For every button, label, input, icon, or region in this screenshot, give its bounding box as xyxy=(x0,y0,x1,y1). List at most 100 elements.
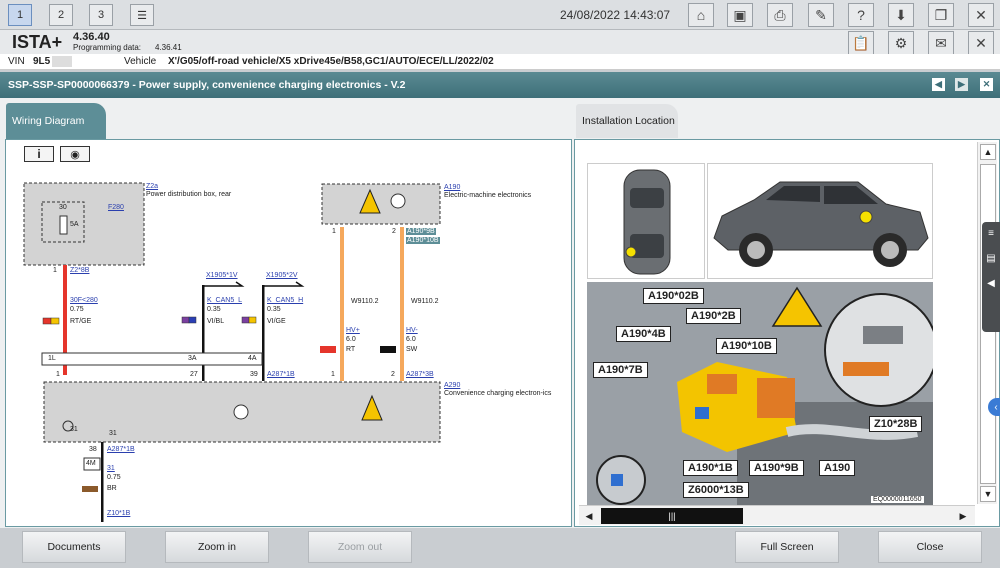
z2a-desc: Power distribution box, rear xyxy=(146,191,232,198)
a190-pin-2: 2 xyxy=(392,228,396,235)
a190-10b-label[interactable]: A190*10B xyxy=(406,237,440,244)
vehicle-info-bar: VIN 9L5 Vehicle X'/G05/off-road vehicle/… xyxy=(0,54,1000,70)
hotspot-a190-7b[interactable]: A190*7B xyxy=(593,362,648,378)
zoom-in-button[interactable]: Zoom in xyxy=(165,531,269,563)
pin-1b-label: 1 xyxy=(56,371,60,378)
zoom-out-button[interactable]: Zoom out xyxy=(308,531,412,563)
clipboard-icon[interactable]: 📋 xyxy=(848,31,874,55)
mail-icon[interactable]: ✉ xyxy=(928,31,954,55)
x1905-1v-label[interactable]: X1905*1V xyxy=(206,272,238,279)
note-icon[interactable]: ▤ xyxy=(982,253,1000,264)
a190-label[interactable]: A190 xyxy=(444,184,460,191)
conn-4a-label: 4A xyxy=(248,355,257,362)
installation-panel: A190*02B A190*2B A190*4B A190*10B A190*7… xyxy=(574,139,1000,527)
tab-installation-label: Installation Location xyxy=(582,115,675,127)
a287-1b-label[interactable]: A287*1B xyxy=(267,371,295,378)
kcan5l-label[interactable]: K_CAN5_L xyxy=(207,297,242,304)
kcan5h-color: VI/GE xyxy=(267,318,286,325)
home-icon[interactable]: ⌂ xyxy=(688,3,714,27)
pin-39-label: 39 xyxy=(250,371,258,378)
collapse-icon[interactable]: ◀ xyxy=(982,278,1000,289)
scroll-right-icon[interactable]: ▶ xyxy=(955,508,971,524)
tab-wiring-diagram[interactable]: Wiring Diagram xyxy=(6,103,106,139)
w31-label[interactable]: 31 xyxy=(107,465,115,472)
hvm-color: SW xyxy=(406,346,418,353)
close-icon[interactable]: ✕ xyxy=(968,31,994,55)
kcan5h-size: 0.35 xyxy=(267,306,281,313)
fuse-30-label: 30 xyxy=(59,204,67,211)
tab-2-button[interactable]: 2 xyxy=(49,4,73,26)
pin-38-label: 38 xyxy=(89,446,97,453)
pin-31b-label: 31 xyxy=(109,430,117,437)
app-header: ISTA+ 4.36.40 Programming data: 4.36.41 … xyxy=(0,30,1000,55)
hvm-size: 6.0 xyxy=(406,336,416,343)
datetime: 24/08/2022 14:43:07 xyxy=(560,8,671,22)
close-app-icon[interactable]: ✕ xyxy=(968,3,994,27)
z10-1b-label[interactable]: Z10*1B xyxy=(107,510,130,517)
prev-icon[interactable]: ◀ xyxy=(932,78,945,91)
help-icon[interactable]: ? xyxy=(848,3,874,27)
documents-button[interactable]: Documents xyxy=(22,531,126,563)
kcan5h-label[interactable]: K_CAN5_H xyxy=(267,297,303,304)
f280-label[interactable]: F280 xyxy=(108,204,124,211)
tab-3-button[interactable]: 3 xyxy=(89,4,113,26)
hotspot-z10-28b[interactable]: Z10*28B xyxy=(869,416,923,432)
vin-value: 9L5 xyxy=(33,56,51,67)
document-title-bar: SSP-SSP-SP0000066379 - Power supply, con… xyxy=(0,72,1000,98)
hotspot-a190-4b[interactable]: A190*4B xyxy=(616,326,671,342)
download-icon[interactable]: ⬇ xyxy=(888,3,914,27)
app-version: 4.36.40 xyxy=(73,31,110,43)
vehicle-label: Vehicle xyxy=(124,56,157,67)
scroll-left-icon[interactable]: ◀ xyxy=(581,508,597,524)
wrench-icon[interactable]: ✎ xyxy=(808,3,834,27)
w31-size: 0.75 xyxy=(107,474,121,481)
side-toolbar: ≡ ▤ ◀ xyxy=(982,222,1000,332)
a190-9b-label[interactable]: A190*9B xyxy=(406,228,436,235)
engine-bay-image: A190*02B A190*2B A190*4B A190*10B A190*7… xyxy=(587,282,933,506)
programming-version: 4.36.41 xyxy=(155,43,182,52)
list-icon[interactable]: ☰ xyxy=(130,4,154,26)
z2-8b-label[interactable]: Z2*8B xyxy=(70,267,89,274)
kcan5l-size: 0.35 xyxy=(207,306,221,313)
document-title: SSP-SSP-SP0000066379 - Power supply, con… xyxy=(8,79,406,91)
expand-icon[interactable]: ‹ xyxy=(988,398,1000,416)
w9110-b-label: W9110.2 xyxy=(411,298,439,305)
horizontal-scrollbar[interactable]: ◀ ||| ▶ xyxy=(579,505,975,525)
hotspot-a190[interactable]: A190 xyxy=(819,460,856,476)
id-card-icon[interactable]: ▣ xyxy=(727,3,753,27)
hotspot-a190-2b[interactable]: A190*2B xyxy=(686,308,741,324)
w30f-label[interactable]: 30F<280 xyxy=(70,297,98,304)
hvm-label[interactable]: HV- xyxy=(406,327,418,334)
close-doc-icon[interactable]: ✕ xyxy=(980,78,993,91)
vin-redacted xyxy=(52,56,72,67)
hotspot-a190-02b[interactable]: A190*02B xyxy=(643,288,704,304)
tab-installation-location[interactable]: Installation Location xyxy=(576,104,678,138)
car-top-view[interactable] xyxy=(587,163,705,279)
tab-1-button[interactable]: 1 xyxy=(8,4,32,26)
z2a-label[interactable]: Z2a xyxy=(146,183,158,190)
fourm-label: 4M xyxy=(86,460,96,467)
a290-label[interactable]: A290 xyxy=(444,382,460,389)
settings-icon[interactable]: ⚙ xyxy=(888,31,914,55)
car-side-view[interactable] xyxy=(707,163,933,279)
image-id: EQ0000011650 xyxy=(871,496,924,503)
menu-icon[interactable]: ≡ xyxy=(982,228,1000,239)
a290-desc: Convenience charging electron-ics xyxy=(444,390,552,397)
hotspot-a190-1b[interactable]: A190*1B xyxy=(683,460,738,476)
full-screen-button[interactable]: Full Screen xyxy=(735,531,839,563)
hotspot-a190-9b[interactable]: A190*9B xyxy=(749,460,804,476)
a287-3b-label[interactable]: A287*3B xyxy=(406,371,434,378)
window-icon[interactable]: ❐ xyxy=(928,3,954,27)
scroll-h-thumb[interactable]: ||| xyxy=(601,508,743,524)
hotspot-z6000-13b[interactable]: Z6000*13B xyxy=(683,482,749,498)
hotspot-a190-10b[interactable]: A190*10B xyxy=(716,338,777,354)
x1905-2v-label[interactable]: X1905*2V xyxy=(266,272,298,279)
scroll-up-icon[interactable]: ▲ xyxy=(980,144,996,160)
scroll-down-icon[interactable]: ▼ xyxy=(980,486,996,502)
next-icon[interactable]: ▶ xyxy=(955,78,968,91)
hvp-label[interactable]: HV+ xyxy=(346,327,360,334)
close-button[interactable]: Close xyxy=(878,531,982,563)
print-icon[interactable]: ⎙ xyxy=(767,3,793,27)
a287-1b-b-label[interactable]: A287*1B xyxy=(107,446,135,453)
a190-pin-1: 1 xyxy=(332,228,336,235)
